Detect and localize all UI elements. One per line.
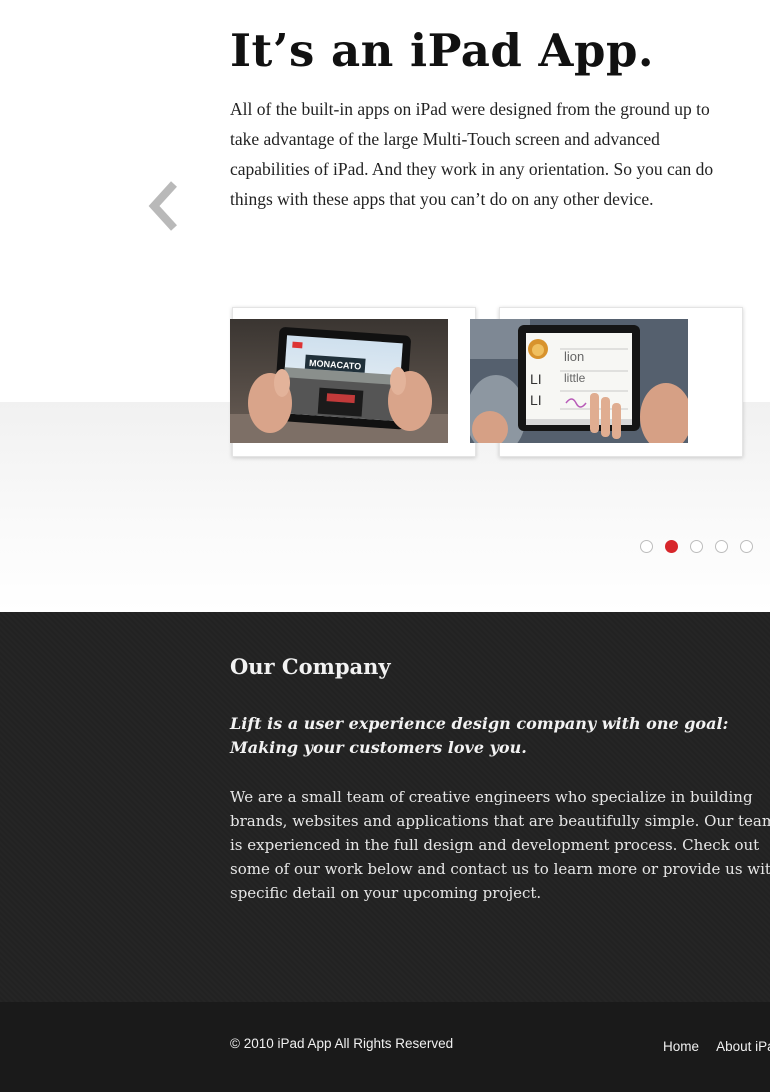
pagination-dot[interactable] xyxy=(715,540,728,553)
writing-app-screenshot[interactable]: lion little LI LI xyxy=(470,319,688,443)
pagination-dot[interactable] xyxy=(690,540,703,553)
lesson-letters: LI xyxy=(530,392,542,408)
copyright-text: © 2010 iPad App All Rights Reserved xyxy=(230,1036,454,1051)
company-lead: Lift is a user experience design company… xyxy=(230,714,729,757)
footer-nav: Home About iPad xyxy=(663,1036,770,1055)
lesson-word: lion xyxy=(564,349,584,364)
hero-description: All of the built-in apps on iPad were de… xyxy=(230,99,714,209)
footer-link-about[interactable]: About iPad xyxy=(716,1039,770,1054)
racing-game-screenshot[interactable]: MONACATO xyxy=(230,319,448,443)
footer-link-home[interactable]: Home xyxy=(663,1039,699,1054)
chevron-left-icon[interactable] xyxy=(140,174,188,238)
company-body: We are a small team of creative engineer… xyxy=(230,788,770,902)
footer: © 2010 iPad App All Rights Reserved Home… xyxy=(0,1002,770,1092)
company-section: Our Company Lift is a user experience de… xyxy=(0,612,770,1002)
hero-title: It’s an iPad App. xyxy=(230,24,655,77)
pagination-dot[interactable] xyxy=(740,540,753,553)
lesson-word: little xyxy=(564,371,586,385)
lesson-letters: LI xyxy=(530,371,542,387)
pagination-dot-active[interactable] xyxy=(665,540,678,553)
pagination-dot[interactable] xyxy=(640,540,653,553)
company-title: Our Company xyxy=(230,654,391,679)
hero-section: It’s an iPad App. All of the built-in ap… xyxy=(0,0,770,612)
